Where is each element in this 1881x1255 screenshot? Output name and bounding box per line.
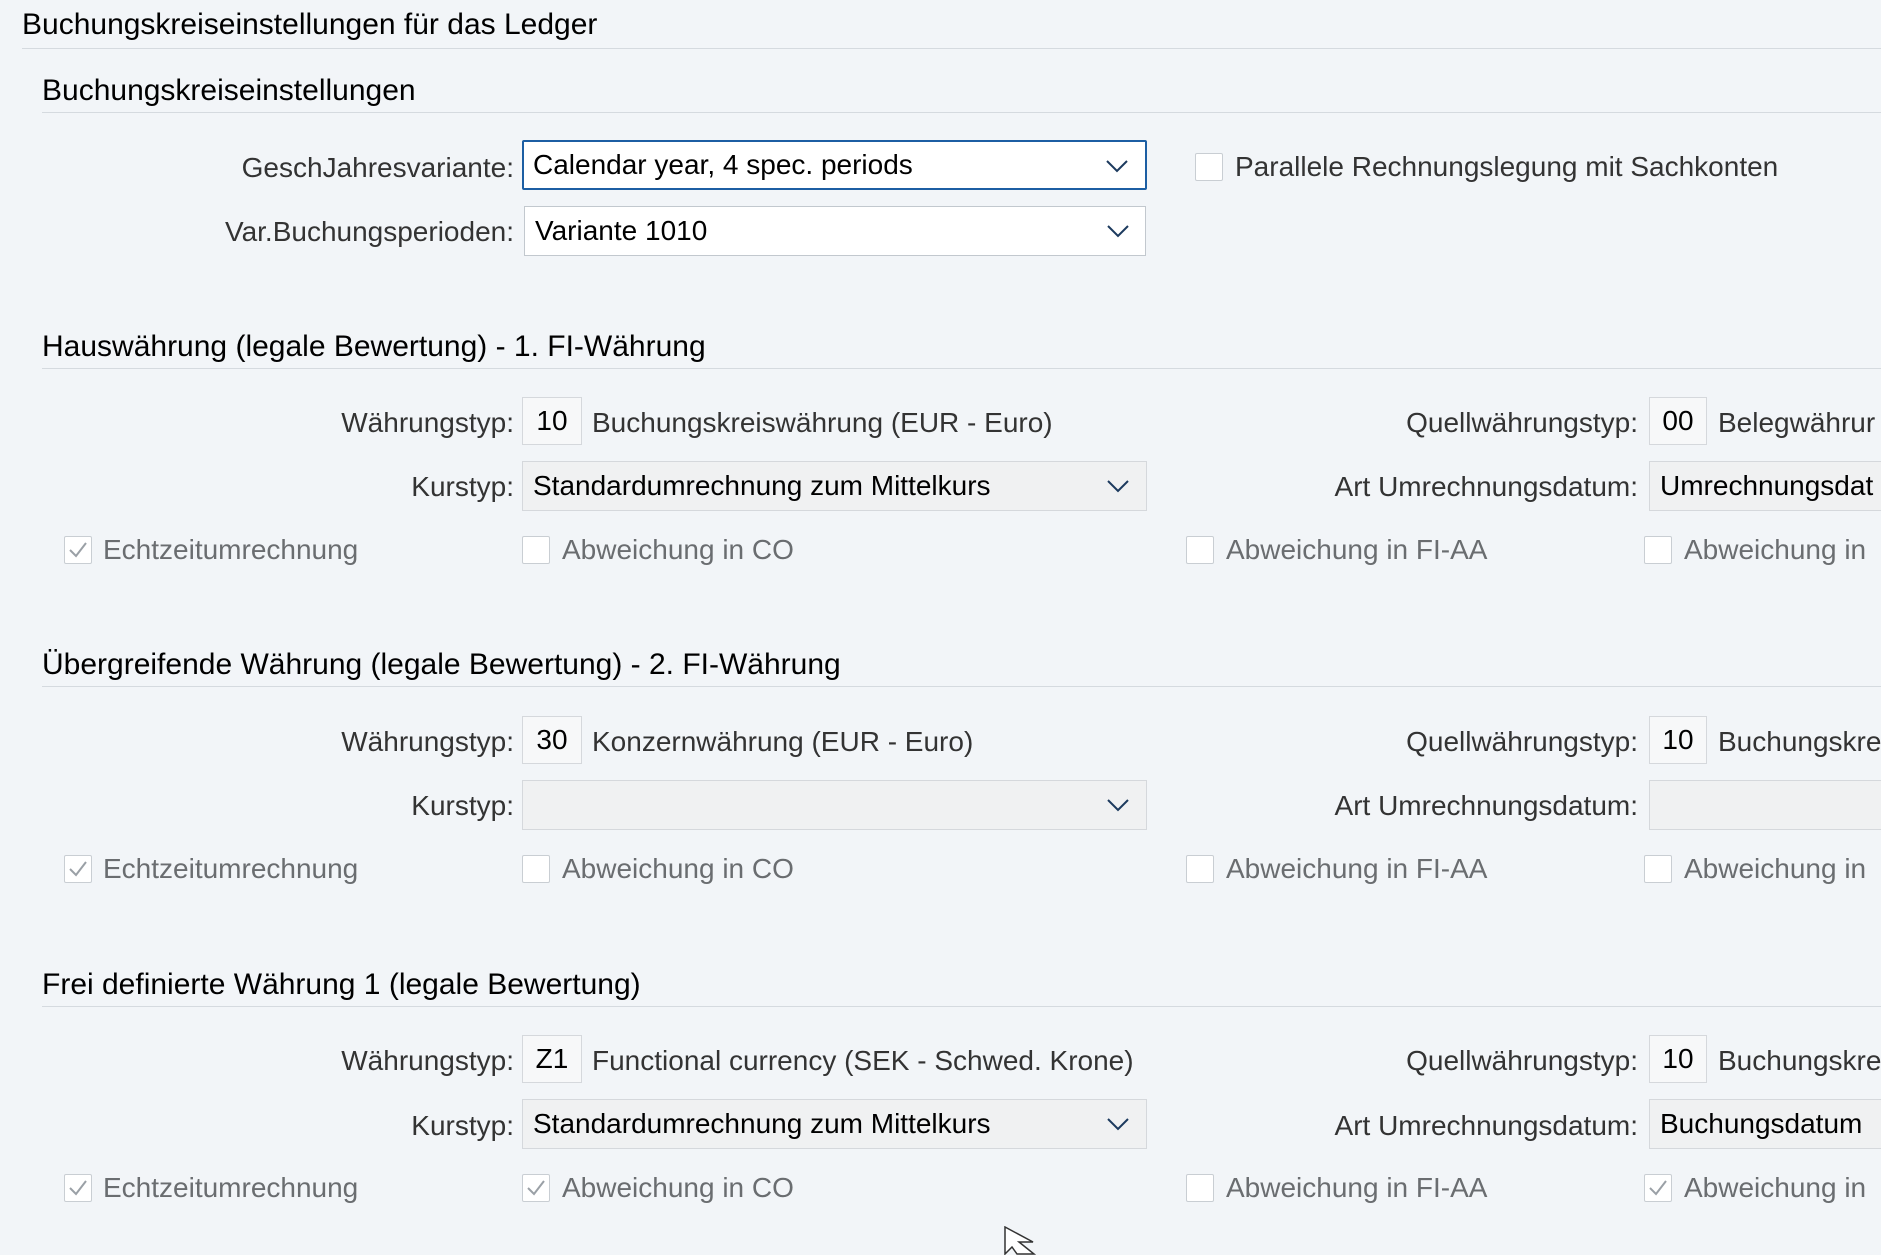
currency-type-description: Functional currency (SEK - Schwed. Krone… xyxy=(592,1045,1134,1076)
rate-type-value: Standardumrechnung zum Mittelkurs xyxy=(533,470,991,501)
deviation-fiaa-label: Abweichung in FI-AA xyxy=(1226,534,1488,565)
section-divider xyxy=(42,686,1881,687)
posting-period-variant-select[interactable]: Variante 1010 xyxy=(524,206,1146,256)
rate-type-select[interactable] xyxy=(522,780,1147,830)
deviation-co-label: Abweichung in CO xyxy=(562,534,794,565)
fiscal-year-variant-value: Calendar year, 4 spec. periods xyxy=(533,149,913,180)
conversion-date-type-label: Art Umrechnungsdatum: xyxy=(1334,790,1638,821)
fiscal-year-variant-label: GeschJahresvariante: xyxy=(241,152,514,183)
chevron-down-icon[interactable] xyxy=(1104,217,1132,245)
settings-divider xyxy=(42,112,1881,113)
section-divider xyxy=(42,368,1881,369)
ledger-settings-screen: Buchungskreiseinstellungen für das Ledge… xyxy=(0,0,1881,1255)
deviation-fiaa-checkbox[interactable] xyxy=(1186,1174,1214,1202)
chevron-down-icon[interactable] xyxy=(1104,472,1132,500)
deviation-fiaa-checkbox[interactable] xyxy=(1186,855,1214,883)
source-currency-type-label: Quellwährungstyp: xyxy=(1406,1045,1638,1076)
parallel-accounting-checkbox[interactable] xyxy=(1195,153,1223,181)
rate-type-select[interactable]: Standardumrechnung zum Mittelkurs xyxy=(522,461,1147,511)
deviation-co-checkbox[interactable] xyxy=(522,536,550,564)
section-divider xyxy=(42,1006,1881,1007)
realtime-conversion-label: Echtzeitumrechnung xyxy=(103,1172,359,1203)
realtime-conversion-checkbox[interactable] xyxy=(64,1174,92,1202)
chevron-down-icon[interactable] xyxy=(1104,1110,1132,1138)
settings-section-title: Buchungskreiseinstellungen xyxy=(42,74,416,107)
deviation-co-checkbox[interactable] xyxy=(522,1174,550,1202)
rate-type-value: Standardumrechnung zum Mittelkurs xyxy=(533,1108,991,1139)
conversion-date-type-field[interactable]: Umrechnungsdat xyxy=(1649,461,1881,511)
currency-type-description: Buchungskreiswährung (EUR - Euro) xyxy=(592,407,1053,438)
source-currency-type-description: Buchungskre xyxy=(1718,726,1881,757)
deviation-other-checkbox[interactable] xyxy=(1644,855,1672,883)
page-title: Buchungskreiseinstellungen für das Ledge… xyxy=(22,8,598,41)
currency-type-code[interactable]: 10 xyxy=(522,397,582,445)
source-currency-type-label: Quellwährungstyp: xyxy=(1406,726,1638,757)
currency-type-label: Währungstyp: xyxy=(341,726,514,757)
conversion-date-type-field[interactable]: Buchungsdatum xyxy=(1649,1099,1881,1149)
realtime-conversion-label: Echtzeitumrechnung xyxy=(103,853,359,884)
mouse-pointer-icon xyxy=(1003,1225,1037,1255)
deviation-fiaa-label: Abweichung in FI-AA xyxy=(1226,1172,1488,1203)
deviation-other-label: Abweichung in xyxy=(1684,1172,1867,1203)
source-currency-type-description: Belegwährur xyxy=(1718,407,1876,438)
conversion-date-type-value: Umrechnungsdat xyxy=(1660,470,1874,501)
realtime-conversion-label: Echtzeitumrechnung xyxy=(103,534,359,565)
deviation-co-label: Abweichung in CO xyxy=(562,853,794,884)
posting-period-variant-value: Variante 1010 xyxy=(535,215,708,246)
deviation-fiaa-label: Abweichung in FI-AA xyxy=(1226,853,1488,884)
fiscal-year-variant-select[interactable]: Calendar year, 4 spec. periods xyxy=(522,140,1147,190)
rate-type-select[interactable]: Standardumrechnung zum Mittelkurs xyxy=(522,1099,1147,1149)
currency-type-code[interactable]: Z1 xyxy=(522,1035,582,1083)
currency-type-label: Währungstyp: xyxy=(341,407,514,438)
deviation-co-checkbox[interactable] xyxy=(522,855,550,883)
chevron-down-icon[interactable] xyxy=(1103,152,1131,180)
currency-type-label: Währungstyp: xyxy=(341,1045,514,1076)
rate-type-label: Kurstyp: xyxy=(411,790,514,821)
section-title: Hauswährung (legale Bewertung) - 1. FI-W… xyxy=(42,330,706,363)
currency-type-description: Konzernwährung (EUR - Euro) xyxy=(592,726,974,757)
section-title: Frei definierte Währung 1 (legale Bewert… xyxy=(42,968,641,1001)
deviation-fiaa-checkbox[interactable] xyxy=(1186,536,1214,564)
realtime-conversion-checkbox[interactable] xyxy=(64,855,92,883)
source-currency-type-code[interactable]: 00 xyxy=(1649,397,1707,445)
posting-period-variant-label: Var.Buchungsperioden: xyxy=(224,216,514,247)
chevron-down-icon[interactable] xyxy=(1104,791,1132,819)
conversion-date-type-value: Buchungsdatum xyxy=(1660,1108,1863,1139)
deviation-other-label: Abweichung in xyxy=(1684,853,1867,884)
deviation-other-checkbox[interactable] xyxy=(1644,1174,1672,1202)
deviation-other-checkbox[interactable] xyxy=(1644,536,1672,564)
rate-type-label: Kurstyp: xyxy=(411,1110,514,1141)
conversion-date-type-label: Art Umrechnungsdatum: xyxy=(1334,1110,1638,1141)
rate-type-label: Kurstyp: xyxy=(411,471,514,502)
section-title: Übergreifende Währung (legale Bewertung)… xyxy=(42,648,841,681)
source-currency-type-label: Quellwährungstyp: xyxy=(1406,407,1638,438)
conversion-date-type-label: Art Umrechnungsdatum: xyxy=(1334,471,1638,502)
source-currency-type-description: Buchungskre xyxy=(1718,1045,1881,1076)
deviation-co-label: Abweichung in CO xyxy=(562,1172,794,1203)
parallel-accounting-label: Parallele Rechnungslegung mit Sachkonten xyxy=(1235,151,1779,182)
conversion-date-type-field[interactable] xyxy=(1649,780,1881,830)
source-currency-type-code[interactable]: 10 xyxy=(1649,716,1707,764)
currency-type-code[interactable]: 30 xyxy=(522,716,582,764)
source-currency-type-code[interactable]: 10 xyxy=(1649,1035,1707,1083)
page-title-divider xyxy=(22,48,1881,49)
realtime-conversion-checkbox[interactable] xyxy=(64,536,92,564)
deviation-other-label: Abweichung in xyxy=(1684,534,1867,565)
